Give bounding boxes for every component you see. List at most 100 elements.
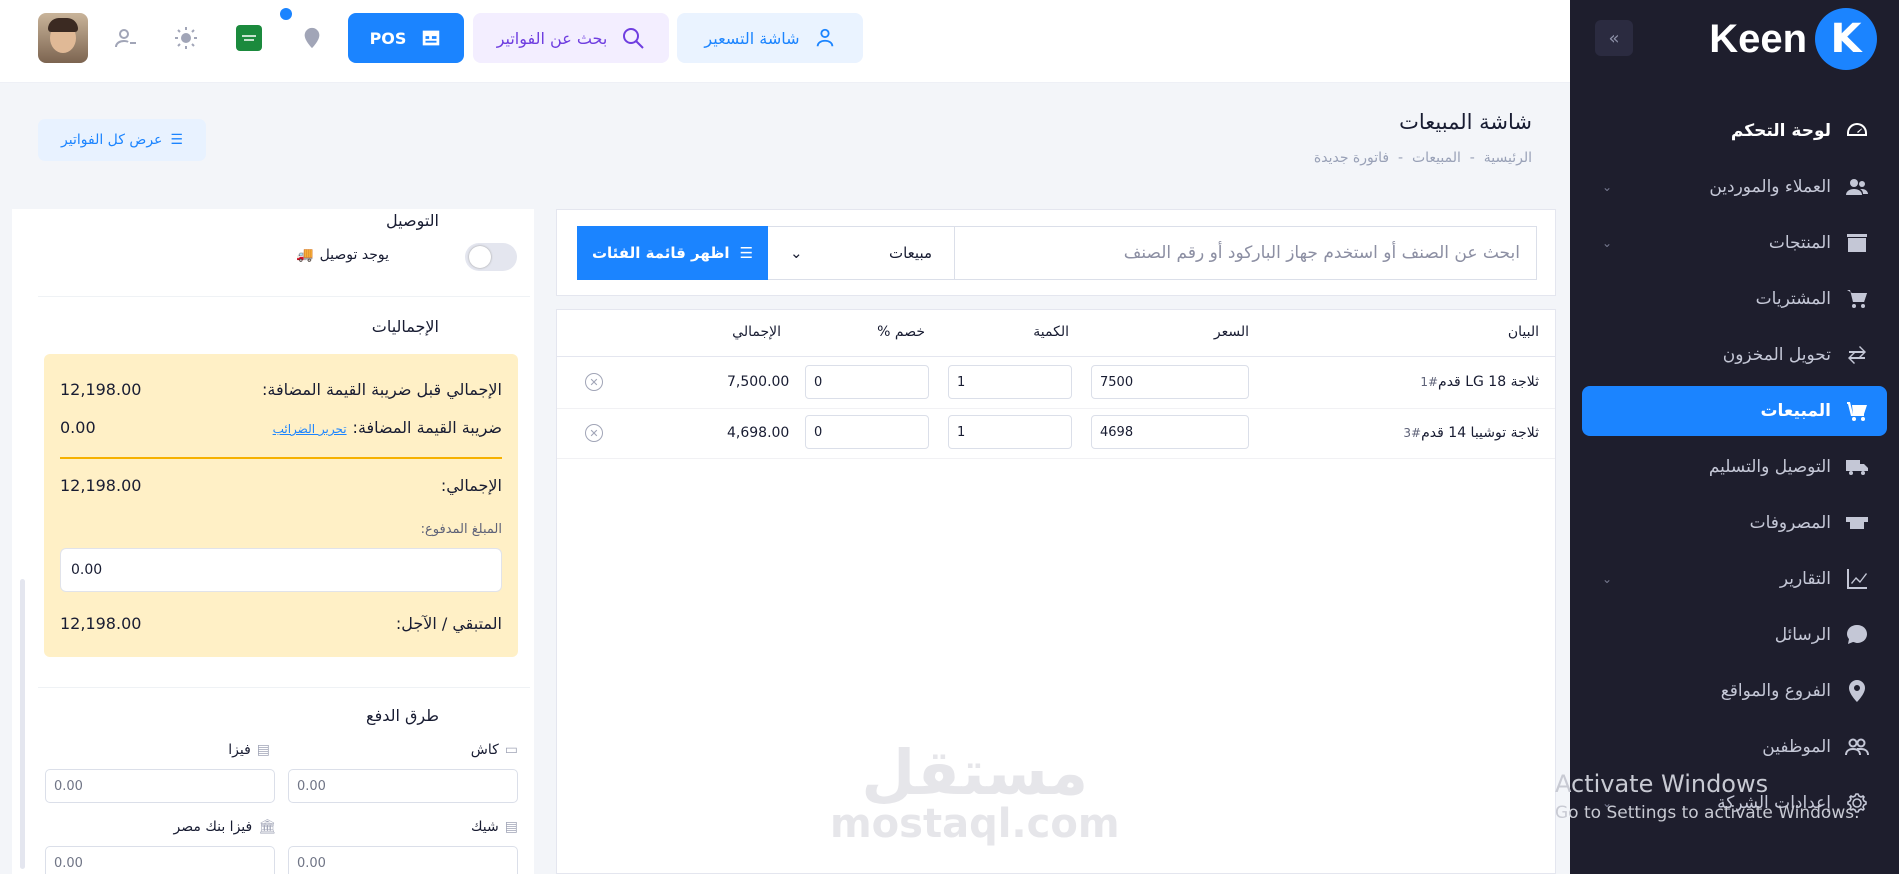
table-row-name: ثلاجة توشيبا 14 قدم#3 xyxy=(1403,425,1539,441)
watermark-arabic: مستقل xyxy=(861,736,1089,809)
show-categories-button[interactable]: اظهر قائمة الفئات ☰ xyxy=(577,226,768,280)
visa-misr-input[interactable]: 0.00 xyxy=(45,846,275,874)
sun-icon xyxy=(175,27,197,49)
list-icon: ☰ xyxy=(170,132,183,148)
location-pin-button[interactable] xyxy=(296,22,328,54)
total-row: الإجمالي: 12,198.00 xyxy=(60,476,502,495)
expense-icon xyxy=(1846,517,1868,529)
pricing-screen-button[interactable]: شاشة التسعير xyxy=(677,13,863,63)
visa-text: فيزا xyxy=(228,742,251,758)
remove-row-button[interactable]: ✕ xyxy=(585,424,603,442)
sidebar-item-products[interactable]: المنتجات ⌄ xyxy=(1582,218,1887,268)
sidebar-item-stock-transfer[interactable]: تحويل المخزون xyxy=(1582,330,1887,380)
scrollbar[interactable] xyxy=(20,579,25,869)
cheque-input[interactable]: 0.00 xyxy=(288,846,518,874)
sidebar-item-reports[interactable]: التقارير ⌄ xyxy=(1582,554,1887,604)
invoice-search-button[interactable]: بحث عن الفواتير xyxy=(473,13,669,63)
breadcrumb-home[interactable]: الرئيسية xyxy=(1484,150,1532,166)
row-total: 4,698.00 xyxy=(727,425,790,441)
invoice-search-label: بحث عن الفواتير xyxy=(496,28,608,48)
box-icon xyxy=(1847,234,1867,252)
pos-label: POS xyxy=(369,28,407,48)
paid-amount-input[interactable]: 0.00 xyxy=(60,548,502,592)
cash-icon: ▭ xyxy=(504,742,518,758)
dashboard-icon xyxy=(1847,123,1867,136)
product-search-input[interactable]: ابحث عن الصنف أو استخدم جهاز الباركود أو… xyxy=(954,226,1537,280)
header-price: السعر xyxy=(1213,324,1249,340)
all-invoices-button[interactable]: عرض كل الفواتير ☰ xyxy=(38,119,206,161)
logo[interactable]: K Keen xyxy=(1709,8,1877,70)
remove-row-button[interactable]: ✕ xyxy=(585,373,603,391)
payment-methods-title: طرق الدفع xyxy=(366,706,439,725)
breadcrumb-new-invoice: فاتورة جديدة xyxy=(1313,150,1390,166)
pos-button[interactable]: POS xyxy=(348,13,464,63)
cheque-icon: ▤ xyxy=(504,819,518,835)
sidebar-item-purchases[interactable]: المشتريات xyxy=(1582,274,1887,324)
row-product-id: #3 xyxy=(1403,426,1422,440)
visa-label: ▤ فيزا xyxy=(228,742,270,758)
sidebar-item-employees[interactable]: الموظفين xyxy=(1582,722,1887,772)
language-button[interactable] xyxy=(233,22,265,54)
row-discount-input[interactable]: 0 xyxy=(805,415,929,449)
product-search-panel: ابحث عن الصنف أو استخدم جهاز الباركود أو… xyxy=(556,209,1556,296)
sidebar-menu: لوحة التحكم العملاء والموردين ⌄ المنتجات… xyxy=(1582,106,1887,834)
row-quantity-input[interactable]: 1 xyxy=(948,415,1072,449)
row-price-input[interactable]: 4698 xyxy=(1091,415,1249,449)
sidebar: K Keen » لوحة التحكم العملاء والموردين ⌄… xyxy=(1570,0,1899,874)
page-title: شاشة المبيعات xyxy=(1399,110,1532,134)
sidebar-item-sales[interactable]: المبيعات xyxy=(1582,386,1887,436)
paid-amount-label: المبلغ المدفوع: xyxy=(420,522,502,537)
location-icon xyxy=(304,27,320,49)
visa-input[interactable]: 0.00 xyxy=(45,769,275,803)
watermark-url: mostaql.com xyxy=(830,801,1120,847)
theme-toggle-button[interactable] xyxy=(170,22,202,54)
sidebar-item-dashboard[interactable]: لوحة التحكم xyxy=(1582,106,1887,156)
truck-icon xyxy=(1846,460,1868,475)
sidebar-item-label: التقارير xyxy=(1779,569,1831,589)
logo-text: Keen xyxy=(1709,16,1807,61)
delivery-toggle-text: يوجد توصيل xyxy=(319,247,389,263)
breadcrumb-sales[interactable]: المبيعات xyxy=(1412,150,1461,166)
cash-input[interactable]: 0.00 xyxy=(288,769,518,803)
chevron-down-icon: ⌄ xyxy=(1602,572,1613,586)
row-price-input[interactable]: 7500 xyxy=(1091,365,1249,399)
sidebar-item-label: الموظفين xyxy=(1762,737,1831,757)
activate-windows-title: Activate Windows xyxy=(1555,770,1769,798)
invoice-type-select[interactable]: مبيعات ⌄ xyxy=(767,226,955,280)
sidebar-item-branches[interactable]: الفروع والمواقع xyxy=(1582,666,1887,716)
row-product-name: ثلاجة LG 18 قدم xyxy=(1438,374,1539,390)
user-switch-button[interactable] xyxy=(110,22,142,54)
totals-divider xyxy=(60,457,502,459)
sidebar-item-label: العملاء والموردين xyxy=(1709,177,1831,197)
user-tag-icon xyxy=(816,28,833,47)
row-product-id: #1 xyxy=(1420,375,1439,389)
vat-value: 0.00 xyxy=(60,418,96,437)
cart-icon xyxy=(1847,402,1867,421)
sidebar-item-delivery[interactable]: التوصيل والتسليم xyxy=(1582,442,1887,492)
sidebar-collapse-button[interactable]: » xyxy=(1595,20,1633,56)
sidebar-item-messages[interactable]: الرسائل xyxy=(1582,610,1887,660)
sidebar-item-expenses[interactable]: المصروفات xyxy=(1582,498,1887,548)
visa-misr-text: فيزا بنك مصر xyxy=(173,819,253,835)
pos-register-icon xyxy=(423,30,440,46)
remaining-value: 12,198.00 xyxy=(60,614,142,633)
sidebar-item-label: لوحة التحكم xyxy=(1730,121,1831,141)
row-quantity-input[interactable]: 1 xyxy=(948,365,1072,399)
chat-icon xyxy=(1847,625,1867,644)
avatar-hair xyxy=(48,18,78,32)
sidebar-item-label: المنتجات xyxy=(1768,233,1831,253)
user-icon xyxy=(115,29,136,48)
row-discount-input[interactable]: 0 xyxy=(805,365,929,399)
sidebar-item-label: المصروفات xyxy=(1749,513,1831,533)
chevron-down-icon: ⌄ xyxy=(1602,180,1613,194)
divider xyxy=(38,296,530,297)
delivery-toggle[interactable] xyxy=(465,243,517,271)
keen-logo-icon: K xyxy=(1815,8,1877,70)
total-value: 12,198.00 xyxy=(60,476,142,495)
header-divider xyxy=(557,356,1555,357)
avatar[interactable] xyxy=(38,13,88,63)
header-description: البيان xyxy=(1507,324,1539,340)
visa-misr-label: 🏛 فيزا بنك مصر xyxy=(174,819,277,835)
edit-taxes-link[interactable]: تحرير الضرائب xyxy=(273,422,347,436)
sidebar-item-customers[interactable]: العملاء والموردين ⌄ xyxy=(1582,162,1887,212)
